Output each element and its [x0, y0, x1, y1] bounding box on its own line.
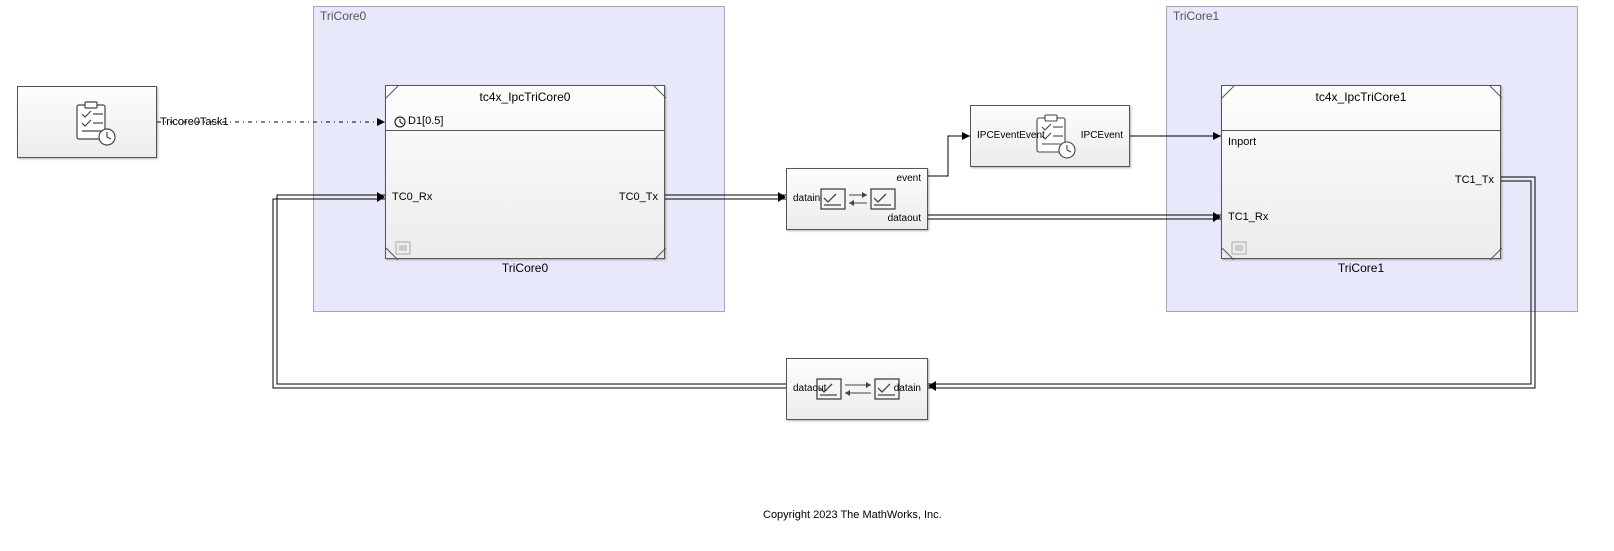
ipc-up-in: datain	[793, 193, 820, 204]
tricore1-inport-label: Inport	[1228, 136, 1256, 148]
ipc-down-in: datain	[894, 383, 921, 394]
block-ipc-lower[interactable]: dataout datain	[786, 358, 928, 420]
ipcevent-out: IPCEvent	[1081, 130, 1123, 141]
tricore0-tx-label: TC0_Tx	[619, 191, 658, 203]
tricore1-tx-label: TC1_Tx	[1455, 174, 1494, 186]
area-tricore1-label: TriCore1	[1173, 9, 1219, 23]
block-ipc-upper[interactable]: datain event dataout	[786, 168, 928, 230]
block-tricore1[interactable]: tc4x_IpcTriCore1 Inport TC1_Rx TC1_Tx	[1221, 85, 1501, 259]
tricore0-name: TriCore0	[502, 261, 548, 275]
tricore0-trig-label: D1[0.5]	[408, 115, 443, 127]
tricore0-title: tc4x_IpcTriCore0	[386, 86, 664, 104]
task-port-label: Tricore0Task1	[160, 116, 229, 128]
copyright-text: Copyright 2023 The MathWorks, Inc.	[763, 509, 942, 521]
tricore1-rx-label: TC1_Rx	[1228, 211, 1268, 223]
ipcevent-in: IPCEventEvent	[977, 130, 1045, 141]
tricore1-title: tc4x_IpcTriCore1	[1222, 86, 1500, 104]
tricore0-rx-label: TC0_Rx	[392, 191, 432, 203]
ipc-up-data: dataout	[888, 213, 921, 224]
block-tricore0[interactable]: tc4x_IpcTriCore0 D1[0.5] TC0_Rx TC0_Tx	[385, 85, 665, 259]
block-ipcevent[interactable]: IPCEventEvent IPCEvent	[970, 105, 1130, 167]
block-tricore0task1[interactable]	[17, 86, 157, 158]
ipc-down-out: dataout	[793, 383, 826, 394]
area-tricore0-label: TriCore0	[320, 9, 366, 23]
tricore1-name: TriCore1	[1338, 261, 1384, 275]
ipc-up-ev: event	[897, 173, 921, 184]
